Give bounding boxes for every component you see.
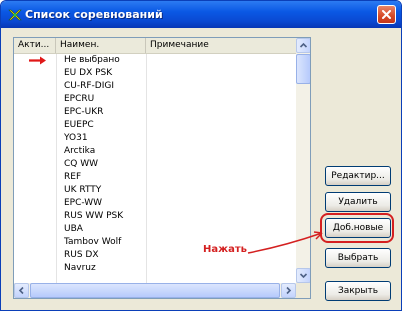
close-button[interactable] [377, 5, 396, 24]
annotation-label: Нажать [203, 244, 247, 255]
dialog-window: Список соревнований Акти... Наимен. Прим… [0, 0, 402, 311]
dialog-client-area: Акти... Наимен. Примечание Не выбрано EU … [4, 28, 398, 307]
title-bar[interactable]: Список соревнований [1, 1, 401, 28]
window-title: Список соревнований [25, 8, 163, 21]
app-logo-icon [8, 9, 22, 21]
annotation-arrow-icon [247, 231, 323, 254]
close-icon [382, 10, 391, 19]
